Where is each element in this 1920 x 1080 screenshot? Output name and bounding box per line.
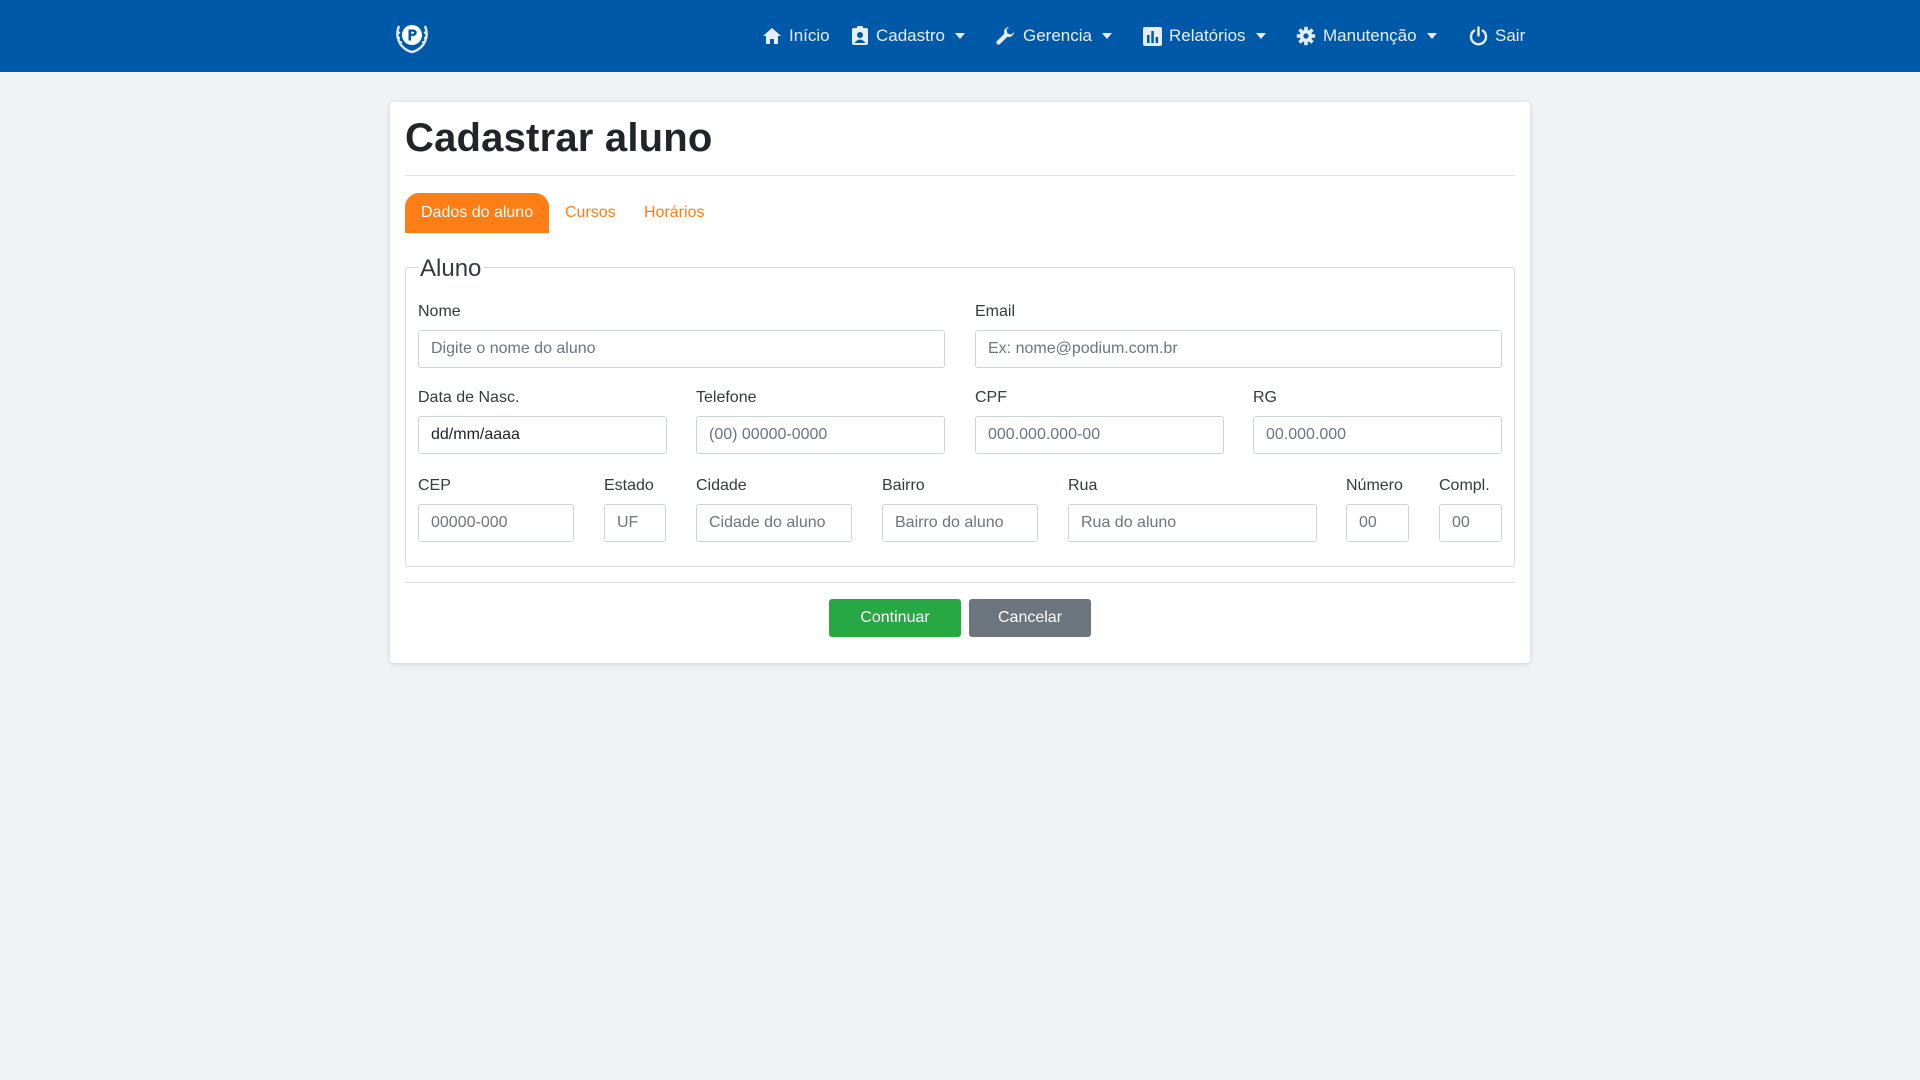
top-navbar: Início Cadastro Gerencia Relatórios Manu… <box>0 0 1920 72</box>
nav-sair-label: Sair <box>1495 26 1526 45</box>
cidade-input[interactable] <box>696 504 852 542</box>
rua-label: Rua <box>1068 477 1098 494</box>
rua-input[interactable] <box>1068 504 1317 542</box>
estado-label: Estado <box>604 477 654 494</box>
compl-label: Compl. <box>1439 477 1490 494</box>
home-icon <box>763 28 781 44</box>
fieldset-legend: Aluno <box>418 252 484 286</box>
title-divider <box>405 175 1515 176</box>
nav-sair[interactable]: Sair <box>1469 0 1525 72</box>
nav-cadastro-label: Cadastro <box>876 26 945 45</box>
cpf-label: CPF <box>975 389 1007 406</box>
continue-button[interactable]: Continuar <box>829 599 961 637</box>
cep-label: CEP <box>418 477 451 494</box>
numero-label: Número <box>1346 477 1403 494</box>
nav-inicio[interactable]: Início <box>762 0 830 72</box>
cpf-input[interactable] <box>975 416 1224 454</box>
cancel-button[interactable]: Cancelar <box>969 599 1091 637</box>
chevron-down-icon <box>1101 33 1112 39</box>
nav-manutencao-label: Manutenção <box>1323 26 1417 45</box>
email-input[interactable] <box>975 330 1502 368</box>
nav-cadastro[interactable]: Cadastro <box>851 0 965 72</box>
telefone-label: Telefone <box>696 389 757 406</box>
telefone-input[interactable] <box>696 416 945 454</box>
chevron-down-icon <box>1426 33 1437 39</box>
cep-input[interactable] <box>418 504 574 542</box>
page-title: Cadastrar aluno <box>405 116 713 160</box>
bairro-label: Bairro <box>882 477 925 494</box>
compl-input[interactable] <box>1439 504 1502 542</box>
nav-manutencao[interactable]: Manutenção <box>1296 0 1437 72</box>
estado-input[interactable] <box>604 504 666 542</box>
bairro-input[interactable] <box>882 504 1038 542</box>
nav-relatorios[interactable]: Relatórios <box>1143 0 1266 72</box>
nav-gerencia[interactable]: Gerencia <box>995 0 1112 72</box>
bar-chart-icon <box>1143 26 1162 46</box>
footer-divider <box>405 582 1515 583</box>
student-registration-card: Cadastrar aluno Dados do aluno Cursos Ho… <box>390 102 1530 663</box>
data-nasc-label: Data de Nasc. <box>418 389 520 406</box>
numero-input[interactable] <box>1346 504 1409 542</box>
contact-card-icon <box>852 26 868 45</box>
gear-icon <box>1296 26 1316 46</box>
tab-horarios[interactable]: Horários <box>644 193 704 233</box>
chevron-down-icon <box>954 33 965 39</box>
rg-label: RG <box>1253 389 1277 406</box>
cidade-label: Cidade <box>696 477 747 494</box>
email-label: Email <box>975 303 1016 320</box>
nome-input[interactable] <box>418 330 945 368</box>
wrench-icon <box>996 27 1014 45</box>
nav-inicio-label: Início <box>789 26 830 45</box>
chevron-down-icon <box>1255 33 1266 39</box>
tab-dados-do-aluno[interactable]: Dados do aluno <box>405 193 550 233</box>
nome-label: Nome <box>418 303 461 320</box>
tab-cursos[interactable]: Cursos <box>565 193 616 233</box>
podium-logo[interactable] <box>393 18 431 54</box>
power-icon <box>1469 26 1488 46</box>
nav-gerencia-label: Gerencia <box>1023 26 1092 45</box>
data-nasc-input[interactable] <box>418 416 667 454</box>
nav-relatorios-label: Relatórios <box>1169 26 1246 45</box>
rg-input[interactable] <box>1253 416 1502 454</box>
